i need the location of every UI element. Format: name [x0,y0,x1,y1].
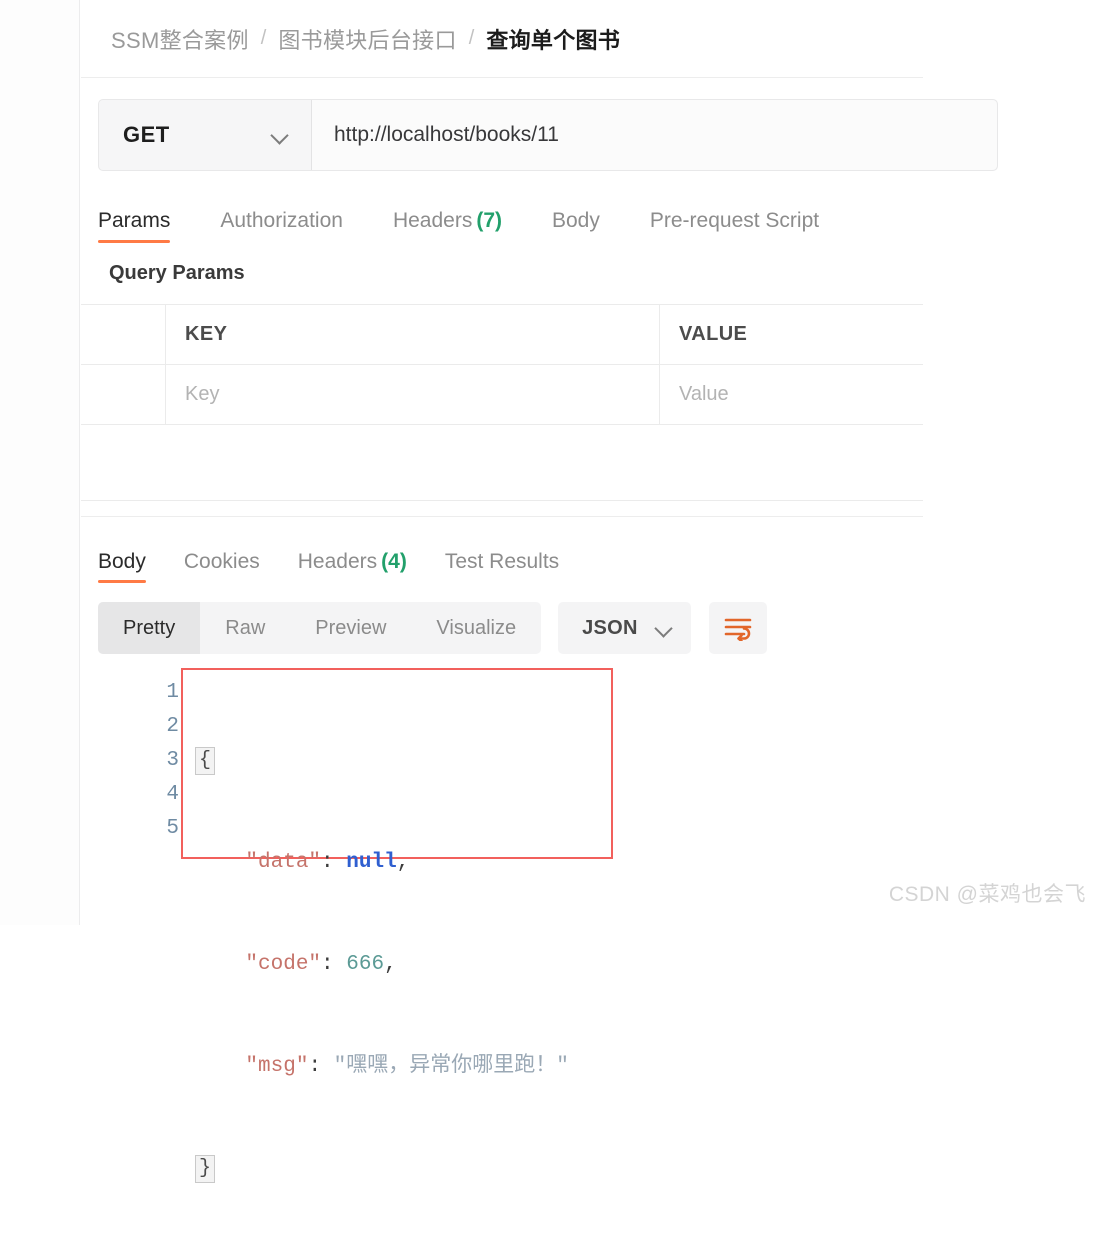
tab-headers-count: (7) [476,209,502,232]
json-key: "data" [245,851,322,874]
json-open-brace[interactable]: { [195,747,216,775]
watermark: CSDN @菜鸡也会飞 [888,883,1086,906]
header-checkbox-cell [81,305,166,364]
tab-headers[interactable]: Headers (7) [393,209,502,243]
json-comma: , [396,851,410,874]
line-number: 3 [166,749,179,772]
format-pretty-label: Pretty [123,616,176,639]
json-key: "msg" [245,1055,309,1078]
query-params-table: KEY VALUE Key Value [81,304,923,501]
tab-pre-request-script-label: Pre-request Script [649,209,820,232]
format-raw-button[interactable]: Raw [200,602,290,654]
json-close-brace[interactable]: } [195,1155,216,1183]
tab-pre-request-script[interactable]: Pre-request Script [650,209,819,243]
row-checkbox-cell[interactable] [81,365,166,424]
tab-body-label: Body [552,209,600,232]
word-wrap-button[interactable] [708,602,767,654]
content-type-label: JSON [582,616,638,639]
row-key-input[interactable]: Key [166,365,660,424]
left-gutter [0,0,80,925]
response-format-toolbar: Pretty Raw Preview Visualize JSON [98,602,923,654]
request-tabs: Params Authorization Headers (7) Body Pre… [98,197,998,243]
empty-key-cell [166,425,660,500]
row-value-input[interactable]: Value [660,365,923,424]
chevron-down-icon [656,620,673,637]
breadcrumb-item-folder[interactable]: 图书模块后台接口 [278,23,456,55]
word-wrap-icon [724,618,752,641]
response-tab-cookies[interactable]: Cookies [184,550,260,583]
workspace: SSM整合案例 / 图书模块后台接口 / 查询单个图书 GET http://l… [81,0,998,1183]
json-comma: , [384,953,397,976]
empty-checkbox-cell [81,425,166,500]
response-tab-test-results-label: Test Results [444,550,560,573]
format-preview-label: Preview [315,616,387,639]
format-pretty-button[interactable]: Pretty [98,602,201,654]
header-key-cell: KEY [166,305,660,364]
json-colon: : [321,851,347,874]
breadcrumb: SSM整合案例 / 图书模块后台接口 / 查询单个图书 [81,0,923,78]
http-method-select[interactable]: GET [99,100,312,170]
response-tab-test-results[interactable]: Test Results [445,550,559,583]
line-number: 5 [166,817,179,840]
format-visualize-button[interactable]: Visualize [411,602,541,654]
http-method-label: GET [123,122,170,147]
response-tabs: Body Cookies Headers (4) Test Results [98,539,978,583]
breadcrumb-separator: / [468,27,475,49]
row-value-placeholder: Value [679,383,729,405]
breadcrumb-separator: / [260,27,267,49]
format-visualize-label: Visualize [436,616,517,639]
json-line-1: { [195,744,569,778]
line-number: 1 [166,681,179,704]
tab-params-label: Params [98,209,171,232]
content-type-select[interactable]: JSON [558,602,691,654]
request-url-bar: GET http://localhost/books/11 [98,99,998,171]
table-header-row: KEY VALUE [81,305,923,365]
response-tab-body[interactable]: Body [98,550,146,583]
json-line-3: "code": 666, [195,948,569,982]
line-number-gutter: 1 2 3 4 5 [141,676,179,846]
json-key: "code" [245,953,322,976]
header-value-label: VALUE [679,323,748,345]
header-key-label: KEY [185,323,228,345]
empty-value-cell [660,425,923,500]
response-tab-headers-count: (4) [381,550,407,573]
response-tab-body-label: Body [98,550,146,573]
tab-headers-label: Headers [392,209,473,232]
tab-body[interactable]: Body [552,209,600,243]
json-value-null: null [346,851,397,874]
line-number: 4 [166,783,179,806]
json-line-2: "data": null, [195,846,569,880]
postman-window: SSM整合案例 / 图书模块后台接口 / 查询单个图书 GET http://l… [0,0,1102,1183]
json-value-string: "嘿嘿，异常你哪里跑！" [333,1055,569,1078]
tab-authorization-label: Authorization [220,209,343,232]
section-divider [81,501,923,517]
table-row[interactable]: Key Value [81,365,923,425]
breadcrumb-item-request[interactable]: 查询单个图书 [486,23,620,55]
format-raw-label: Raw [225,616,266,639]
json-colon: : [321,953,347,976]
table-empty-area [81,425,923,501]
json-value-number: 666 [346,953,385,976]
format-button-group: Pretty Raw Preview Visualize [98,602,542,654]
query-params-heading: Query Params [109,262,245,284]
response-tab-headers-label: Headers [297,550,378,573]
json-colon: : [308,1055,334,1078]
tab-params[interactable]: Params [98,209,171,243]
response-json-code[interactable]: { "data": null, "code": 666, "msg": "嘿嘿，… [195,676,569,1254]
tab-authorization[interactable]: Authorization [220,209,343,243]
response-tab-headers[interactable]: Headers (4) [298,550,407,583]
breadcrumb-item-collection[interactable]: SSM整合案例 [111,23,249,55]
line-number: 2 [166,715,179,738]
response-tab-cookies-label: Cookies [183,550,260,573]
json-line-4: "msg": "嘿嘿，异常你哪里跑！" [195,1050,569,1084]
json-line-5: } [195,1152,569,1186]
row-key-placeholder: Key [185,383,220,405]
chevron-down-icon [272,127,289,144]
response-body-area: 1 2 3 4 5 { "data": null, "code": 666, "… [81,668,923,1183]
request-url-input[interactable]: http://localhost/books/11 [312,100,997,170]
header-value-cell: VALUE [660,305,923,364]
format-preview-button[interactable]: Preview [290,602,411,654]
